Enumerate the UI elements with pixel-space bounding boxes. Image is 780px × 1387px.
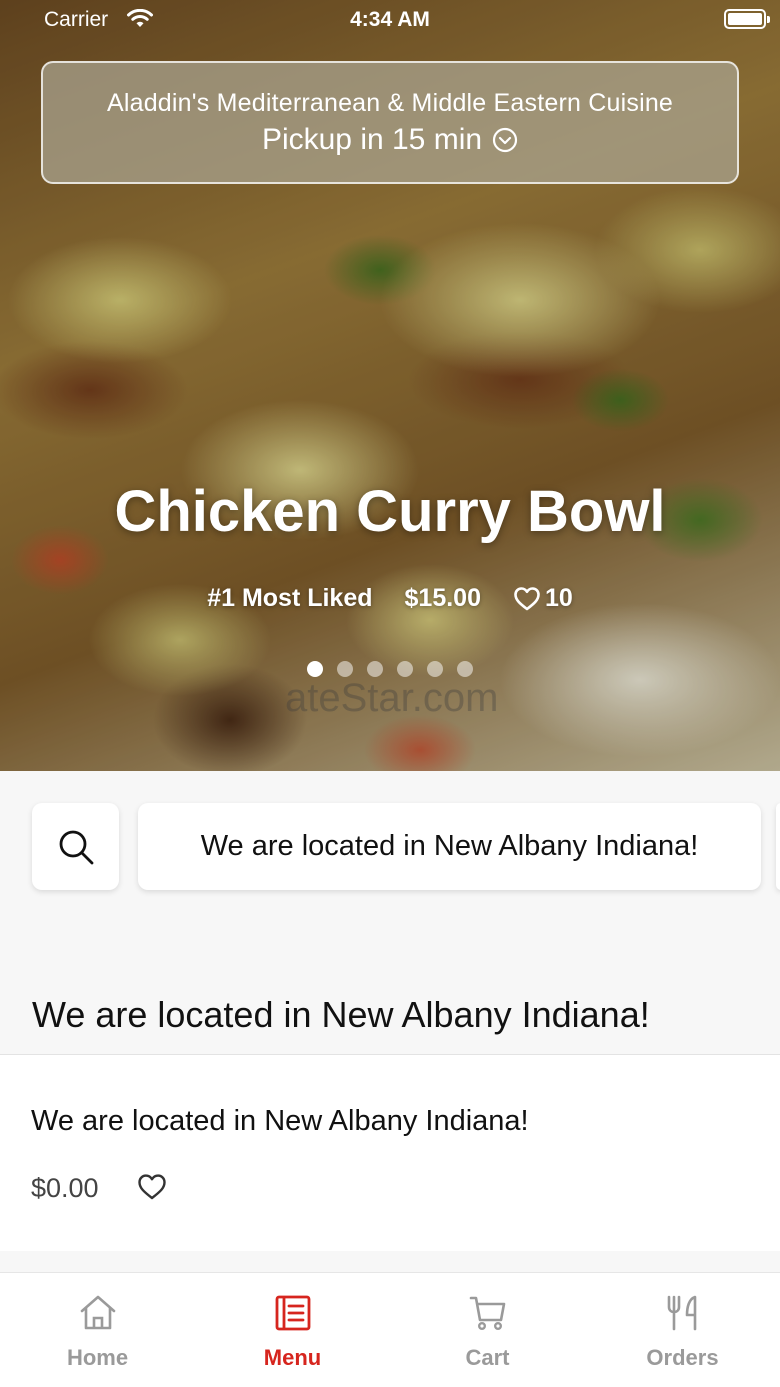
home-icon bbox=[80, 1295, 115, 1330]
heart-icon[interactable] bbox=[137, 1173, 167, 1201]
pickup-time-row[interactable]: Pickup in 15 min bbox=[43, 123, 737, 157]
menu-item-name: We are located in New Albany Indiana! bbox=[31, 1105, 529, 1137]
restaurant-name: Aladdin's Mediterranean & Middle Eastern… bbox=[106, 89, 674, 117]
status-bar: Carrier 4:34 AM bbox=[0, 0, 780, 40]
carousel-dots[interactable] bbox=[0, 661, 780, 677]
category-chip[interactable]: We are located in New Albany Indiana! bbox=[138, 803, 761, 890]
featured-hero[interactable]: Carrier 4:34 AM Aladdin's Mediterranean … bbox=[0, 0, 780, 771]
carousel-dot[interactable] bbox=[307, 661, 323, 677]
carousel-dot[interactable] bbox=[367, 661, 383, 677]
cart-icon bbox=[469, 1296, 505, 1331]
featured-likes[interactable]: 10 bbox=[513, 584, 573, 613]
carousel-dot[interactable] bbox=[427, 661, 443, 677]
carousel-dot[interactable] bbox=[457, 661, 473, 677]
tab-orders[interactable]: Orders bbox=[585, 1273, 780, 1387]
search-button[interactable] bbox=[32, 803, 119, 890]
image-watermark: ateStar.com bbox=[285, 676, 499, 720]
carousel-dot[interactable] bbox=[337, 661, 353, 677]
featured-likes-count: 10 bbox=[544, 584, 573, 612]
pickup-label: Pickup in 15 min bbox=[261, 123, 483, 156]
tab-orders-label: Orders bbox=[646, 1345, 719, 1370]
tab-home-label: Home bbox=[66, 1345, 129, 1370]
menu-item-card[interactable]: We are located in New Albany Indiana! $0… bbox=[0, 1055, 780, 1251]
featured-price: $15.00 bbox=[404, 584, 481, 612]
tab-menu[interactable]: Menu bbox=[195, 1273, 390, 1387]
menu-item-price: $0.00 bbox=[31, 1173, 99, 1203]
menu-icon bbox=[275, 1295, 310, 1331]
tab-menu-label: Menu bbox=[263, 1345, 322, 1370]
featured-item-meta: #1 Most Liked $15.00 10 bbox=[0, 584, 780, 613]
category-chip-next[interactable] bbox=[776, 803, 780, 890]
app-screen: Carrier 4:34 AM Aladdin's Mediterranean … bbox=[0, 0, 780, 1387]
tab-cart-label: Cart bbox=[465, 1345, 510, 1370]
heart-icon bbox=[514, 586, 540, 610]
search-icon bbox=[59, 830, 93, 864]
chevron-down-circle-icon bbox=[492, 127, 518, 153]
featured-item-title: Chicken Curry Bowl bbox=[114, 479, 666, 544]
featured-rank: #1 Most Liked bbox=[207, 584, 373, 612]
bottom-tab-bar: Home Menu Cart Orders bbox=[0, 1272, 780, 1387]
tab-cart[interactable]: Cart bbox=[390, 1273, 585, 1387]
orders-icon bbox=[667, 1295, 696, 1331]
carousel-dot[interactable] bbox=[397, 661, 413, 677]
clock: 4:34 AM bbox=[350, 8, 430, 31]
pickup-selector[interactable]: Aladdin's Mediterranean & Middle Eastern… bbox=[41, 61, 739, 184]
tab-home[interactable]: Home bbox=[0, 1273, 195, 1387]
battery-icon bbox=[724, 9, 770, 29]
section-title: We are located in New Albany Indiana! bbox=[32, 994, 650, 1035]
